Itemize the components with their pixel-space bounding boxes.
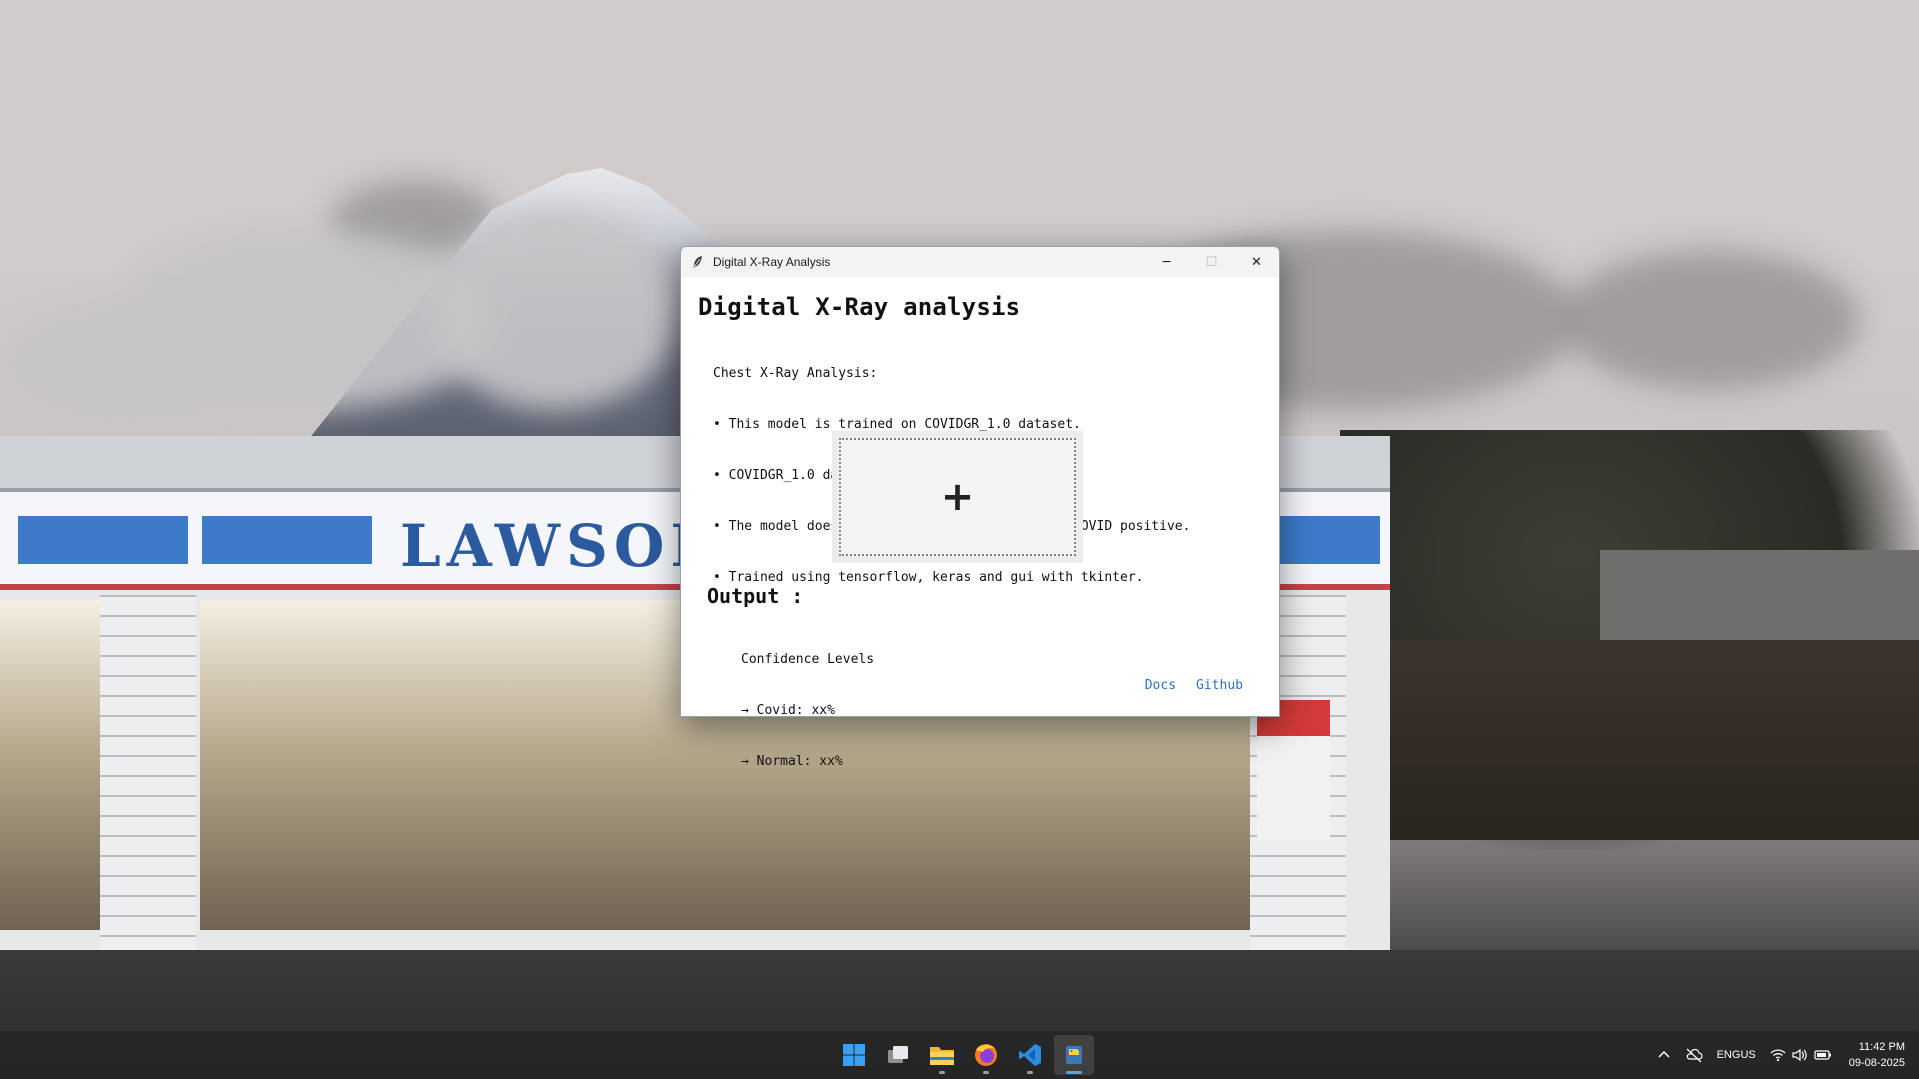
battery-icon [1814, 1050, 1831, 1060]
system-tray: ENG US 11:42 PM 09-08-2025 [1650, 1031, 1919, 1079]
chevron-up-icon [1658, 1050, 1670, 1058]
window-title: Digital X-Ray Analysis [713, 255, 831, 269]
language-code: ENG [1716, 1049, 1741, 1061]
image-drop-zone[interactable]: + [839, 438, 1076, 556]
description-title: Chest X-Ray Analysis: [713, 366, 878, 381]
language-indicator[interactable]: ENG US [1717, 1048, 1756, 1062]
app-heading: Digital X-Ray analysis [698, 293, 1021, 321]
vscode-icon [1019, 1044, 1041, 1066]
covid-confidence: → Covid: xx% [741, 703, 835, 718]
file-explorer-button[interactable] [922, 1035, 962, 1075]
confidence-title: Confidence Levels [741, 652, 875, 667]
clock-time: 11:42 PM [1858, 1041, 1905, 1053]
clock-date: 09-08-2025 [1848, 1057, 1905, 1069]
close-icon: ✕ [1251, 254, 1262, 270]
app-content: Digital X-Ray analysis Chest X-Ray Analy… [681, 277, 1279, 769]
firefox-icon [975, 1044, 997, 1066]
volume-icon [1792, 1048, 1807, 1062]
minimize-button[interactable]: ─ [1144, 247, 1189, 277]
maximize-icon: ☐ [1205, 254, 1218, 270]
app-window: Digital X-Ray Analysis ─ ☐ ✕ Digital X-R… [680, 246, 1280, 769]
task-view-icon [888, 1046, 908, 1063]
close-button[interactable]: ✕ [1234, 247, 1279, 277]
folder-icon [930, 1047, 954, 1065]
github-link[interactable]: Github [1196, 678, 1243, 693]
firefox-button[interactable] [966, 1035, 1006, 1075]
python-app-button[interactable] [1054, 1035, 1094, 1075]
clock[interactable]: 11:42 PM 09-08-2025 [1849, 1039, 1905, 1071]
python-icon [1066, 1046, 1082, 1064]
maximize-button[interactable]: ☐ [1189, 247, 1234, 277]
wifi-icon [1770, 1049, 1786, 1062]
taskbar: ENG US 11:42 PM 09-08-2025 [0, 1031, 1919, 1079]
normal-confidence: → Normal: xx% [741, 754, 843, 769]
feather-icon [693, 256, 702, 268]
start-button[interactable] [834, 1035, 874, 1075]
network-status-button[interactable] [1685, 1047, 1703, 1063]
plus-icon: + [940, 474, 975, 520]
image-upload-area[interactable]: + [832, 431, 1083, 563]
taskbar-apps [834, 1031, 1094, 1079]
docs-link[interactable]: Docs [1145, 678, 1176, 693]
quick-settings-button[interactable] [1770, 1048, 1832, 1062]
minimize-icon: ─ [1162, 254, 1171, 270]
output-label: Output : [707, 584, 804, 608]
confidence-block: Confidence Levels → Covid: xx% → Normal:… [741, 617, 874, 804]
cloud-offline-icon [1686, 1048, 1703, 1063]
footer-links: Docs Github [1145, 678, 1243, 693]
language-region: US [1740, 1049, 1756, 1061]
title-bar[interactable]: Digital X-Ray Analysis ─ ☐ ✕ [681, 247, 1279, 277]
show-hidden-icons-button[interactable] [1657, 1048, 1671, 1062]
task-view-button[interactable] [878, 1035, 918, 1075]
windows-logo-icon [843, 1044, 865, 1066]
vscode-button[interactable] [1010, 1035, 1050, 1075]
